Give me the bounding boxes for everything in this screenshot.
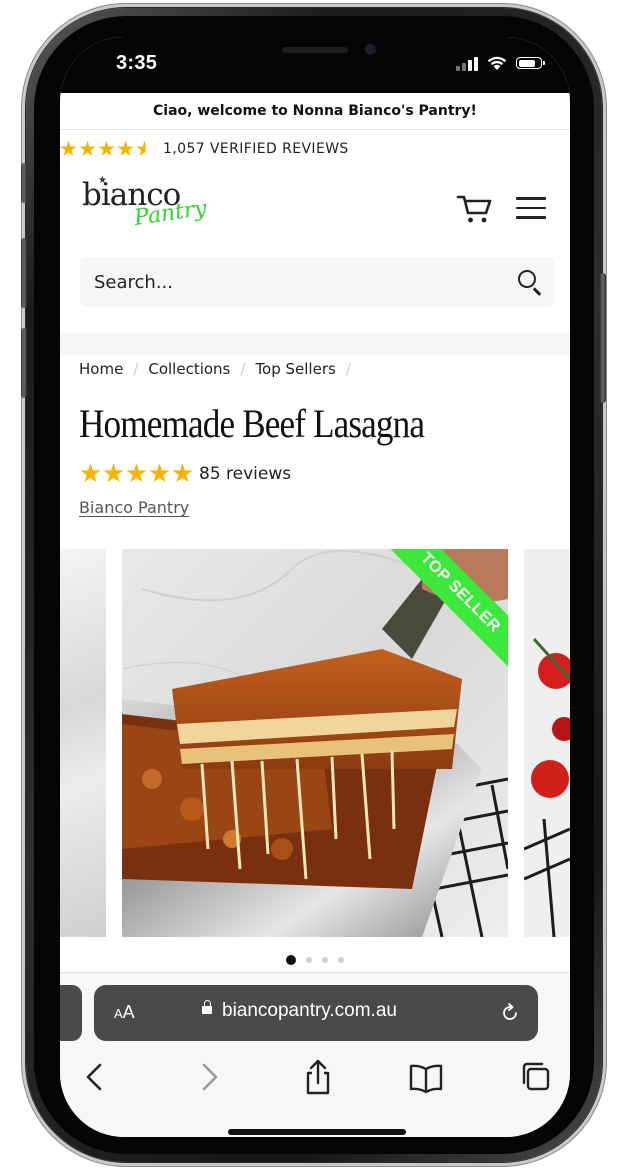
site-header: ★ bianco Pantry	[60, 173, 570, 239]
status-icons	[456, 52, 545, 74]
star-icon	[149, 463, 170, 483]
star-icon	[98, 140, 115, 156]
section-divider	[60, 333, 570, 355]
breadcrumb-collections[interactable]: Collections	[148, 360, 230, 378]
front-camera	[365, 44, 376, 55]
forward-icon[interactable]	[188, 1057, 228, 1097]
star-icon	[126, 463, 147, 483]
signal-icon	[456, 55, 478, 71]
store-star-rating	[60, 140, 153, 158]
store-review-summary[interactable]: 1,057 VERIFIED REVIEWS	[60, 137, 349, 161]
half-star-icon	[136, 140, 153, 156]
gallery-pagination	[60, 955, 570, 965]
star-icon	[60, 140, 77, 156]
breadcrumb-separator: /	[240, 360, 246, 378]
previous-tab-stub[interactable]	[60, 985, 82, 1041]
volume-down-button	[21, 328, 27, 398]
home-indicator[interactable]	[228, 1129, 406, 1135]
breadcrumb-top-sellers[interactable]: Top Sellers	[255, 360, 335, 378]
star-icon	[117, 140, 134, 156]
star-icon	[80, 463, 101, 483]
pagination-dot-4[interactable]	[338, 957, 344, 963]
vendor-link[interactable]: Bianco Pantry	[79, 498, 189, 517]
product-gallery[interactable]: TOP SELLER	[60, 549, 570, 937]
gallery-slide-active[interactable]: TOP SELLER	[122, 549, 508, 937]
breadcrumb-home[interactable]: Home	[79, 360, 123, 378]
search-input[interactable]: Search...	[80, 257, 554, 307]
share-icon[interactable]	[298, 1057, 338, 1097]
bookmarks-icon[interactable]	[406, 1057, 446, 1097]
announcement-text: Ciao, welcome to Nonna Bianco's Pantry!	[153, 103, 477, 119]
search-icon[interactable]	[518, 270, 536, 288]
cart-icon[interactable]	[456, 191, 494, 225]
url-text: biancopantry.com.au	[222, 1000, 397, 1021]
breadcrumb-separator: /	[345, 360, 351, 378]
pagination-dot-1[interactable]	[286, 955, 296, 965]
back-icon[interactable]	[76, 1057, 116, 1097]
mute-switch	[21, 163, 27, 203]
announcement-bar: Ciao, welcome to Nonna Bianco's Pantry!	[60, 93, 570, 130]
volume-up-button	[21, 238, 27, 308]
product-rating[interactable]: 85 reviews	[80, 463, 291, 484]
phone-notch	[174, 37, 456, 80]
tomato-image	[524, 549, 570, 937]
pagination-dot-3[interactable]	[322, 957, 328, 963]
verified-reviews-count: 1,057 VERIFIED REVIEWS	[163, 141, 349, 157]
product-review-count: 85 reviews	[199, 463, 292, 484]
reader-aa-button[interactable]: AA	[114, 1002, 135, 1023]
reload-icon[interactable]	[500, 1003, 520, 1023]
logo-star-icon: ★	[98, 175, 107, 186]
breadcrumb: Home / Collections / Top Sellers /	[79, 360, 351, 378]
wifi-icon	[487, 56, 507, 70]
power-button	[600, 273, 606, 403]
pagination-dot-2[interactable]	[306, 957, 312, 963]
address-bar[interactable]: AA biancopantry.com.au	[94, 985, 538, 1041]
gallery-slide-previous[interactable]	[60, 549, 106, 937]
star-icon	[79, 140, 96, 156]
battery-icon	[516, 57, 545, 69]
status-time: 3:35	[116, 52, 158, 74]
store-logo[interactable]: ★ bianco Pantry	[82, 175, 208, 231]
phone-screen: 3:35 Ciao, welcome to Nonna Bianco's Pan…	[60, 37, 570, 1137]
browser-toolbar	[60, 1057, 570, 1101]
product-star-rating	[80, 463, 193, 484]
breadcrumb-separator: /	[133, 360, 139, 378]
lock-icon	[202, 1000, 212, 1014]
gallery-slide-next[interactable]	[524, 549, 570, 937]
star-icon	[103, 463, 124, 483]
star-icon	[172, 463, 193, 483]
tabs-icon[interactable]	[516, 1057, 556, 1097]
browser-chrome: AA biancopantry.com.au	[60, 972, 570, 1137]
search-placeholder: Search...	[94, 271, 174, 293]
product-title: Homemade Beef Lasagna	[79, 401, 425, 446]
earpiece-speaker	[282, 47, 348, 53]
menu-icon[interactable]	[516, 197, 546, 219]
